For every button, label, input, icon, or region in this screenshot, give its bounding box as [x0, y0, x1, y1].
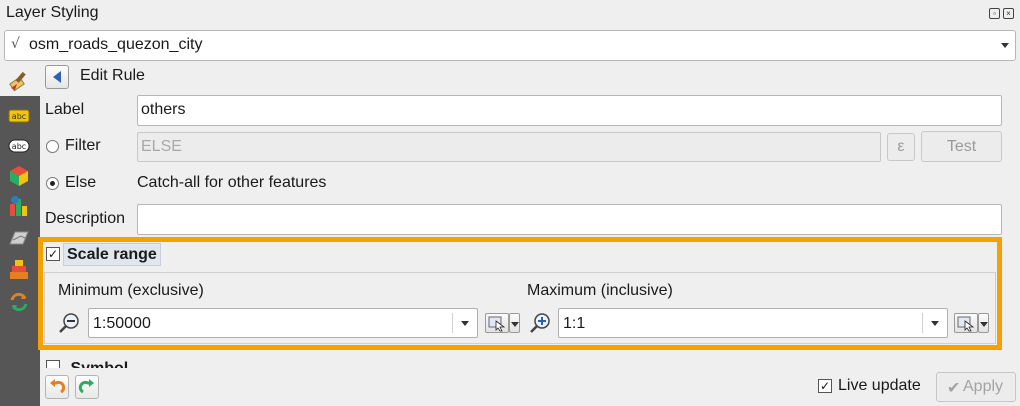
scrollbar[interactable] — [1004, 96, 1018, 366]
diagram-icon[interactable] — [7, 194, 31, 218]
layer-selector-value: osm_roads_quezon_city — [29, 36, 203, 53]
label-abc-icon[interactable]: abc — [7, 104, 31, 128]
svg-text:abc: abc — [12, 112, 26, 121]
live-update-checkbox[interactable]: ✓ — [818, 379, 832, 393]
dock-controls: ▫ × — [989, 8, 1014, 19]
description-caption: Description — [45, 210, 126, 227]
style-panel-sidebar: abc abc — [0, 96, 40, 406]
3d-cube-icon[interactable] — [7, 164, 31, 188]
label-input[interactable]: others — [137, 95, 1002, 126]
label-caption: Label — [45, 101, 85, 118]
scale-range-highlight — [38, 237, 1002, 350]
dock-title: Layer Styling — [6, 4, 99, 21]
label-abc-alt-icon[interactable]: abc — [7, 134, 31, 158]
redo-button[interactable] — [75, 375, 99, 399]
history-icon[interactable] — [7, 290, 31, 314]
redo-icon — [78, 379, 94, 394]
chevron-down-icon — [1001, 43, 1009, 48]
mask-icon[interactable] — [7, 226, 31, 250]
description-input[interactable] — [137, 204, 1002, 235]
symbol-section-checkbox[interactable] — [46, 360, 60, 368]
filter-radio[interactable] — [46, 140, 59, 153]
test-button-label: Test — [946, 138, 977, 155]
close-dock-button[interactable]: × — [1003, 8, 1014, 19]
filter-caption: Filter — [65, 137, 101, 154]
symbol-section-title: Symbol — [70, 360, 128, 368]
checkmark-icon: ✔ — [947, 380, 961, 397]
filter-expression-value: ELSE — [141, 138, 182, 155]
apply-button[interactable]: ✔ Apply — [936, 372, 1016, 402]
float-dock-button[interactable]: ▫ — [989, 8, 1000, 19]
svg-text:abc: abc — [12, 142, 26, 151]
layer-selector[interactable]: √ osm_roads_quezon_city — [4, 30, 1016, 61]
label-input-value: others — [141, 101, 186, 118]
paint-brush-icon[interactable] — [8, 68, 32, 92]
epsilon-icon: ε — [897, 138, 905, 155]
undo-button[interactable] — [45, 375, 69, 399]
back-button[interactable] — [45, 65, 69, 89]
else-radio[interactable] — [46, 177, 59, 190]
live-update-label: Live update — [838, 377, 921, 394]
dock-titlebar: Layer Styling ▫ × — [0, 0, 1020, 28]
else-description: Catch-all for other features — [137, 174, 327, 191]
symbol-section-partial: Symbol — [46, 360, 246, 368]
apply-button-label: Apply — [963, 378, 1004, 395]
vector-line-layer-icon: √ — [11, 36, 20, 52]
stack-icon[interactable] — [7, 258, 31, 282]
expression-builder-button[interactable]: ε — [887, 133, 915, 161]
test-button[interactable]: Test — [921, 131, 1002, 162]
panel-header: Edit Rule — [80, 67, 145, 84]
undo-icon — [50, 379, 66, 394]
filter-expression-input[interactable]: ELSE — [137, 132, 881, 162]
else-caption: Else — [65, 174, 97, 191]
